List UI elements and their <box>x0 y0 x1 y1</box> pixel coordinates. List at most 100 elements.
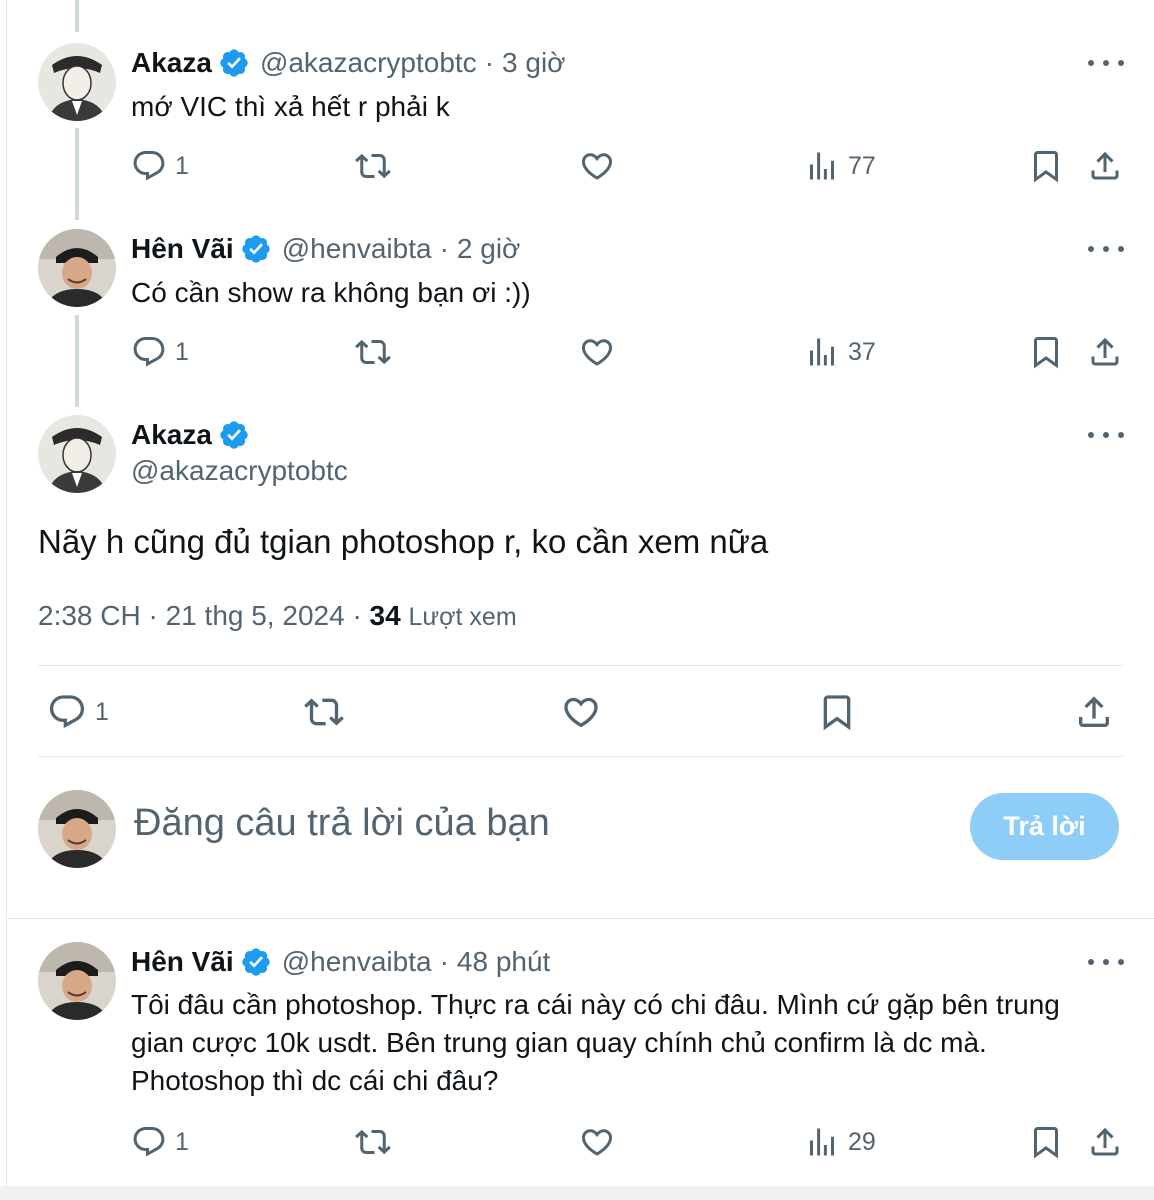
tweet-header: Hên Vãi @henvaibta · 2 giờ <box>131 232 520 266</box>
bookmark-icon <box>817 692 857 732</box>
heart-icon <box>561 692 601 732</box>
reply-button[interactable]: 1 <box>131 1124 189 1160</box>
bookmark-icon <box>1028 334 1064 370</box>
display-name[interactable]: Hên Vãi <box>131 232 234 266</box>
tweet-header: Hên Vãi @henvaibta · 48 phút <box>131 945 550 979</box>
more-options-icon[interactable] <box>1088 237 1124 261</box>
tweet-text-line: gian cược 10k usdt. Bên trung gian quay … <box>131 1027 987 1058</box>
bookmark-button[interactable] <box>817 692 857 732</box>
thread-line <box>75 315 79 407</box>
heart-icon <box>579 1124 615 1160</box>
share-icon <box>1087 334 1123 370</box>
repost-icon <box>355 1124 391 1160</box>
tweet-text: mớ VIC thì xả hết r phải k <box>131 91 450 122</box>
reply-count: 1 <box>95 697 109 726</box>
repost-button[interactable] <box>355 1124 391 1160</box>
views-button[interactable]: 77 <box>804 148 876 184</box>
repost-button[interactable] <box>304 692 344 732</box>
share-button[interactable] <box>1074 692 1114 732</box>
reply-icon <box>47 692 87 732</box>
separator: · <box>484 47 495 78</box>
repost-button[interactable] <box>355 148 391 184</box>
separator: · <box>352 600 362 631</box>
heart-icon <box>579 148 615 184</box>
tweet-text-line: Tôi đâu cần photoshop. Thực ra cái này c… <box>131 989 1060 1020</box>
post-meta: 2:38 CH · 21 thg 5, 2024 · 34 Lượt xem <box>38 598 517 635</box>
display-name[interactable]: Hên Vãi <box>131 945 234 979</box>
reply-count: 1 <box>175 151 189 180</box>
heart-icon <box>579 334 615 370</box>
handle[interactable]: @henvaibta <box>282 945 432 979</box>
column-border <box>6 0 7 1200</box>
thread-line <box>75 128 79 220</box>
main-post-text: Nãy h cũng đủ tgian photoshop r, ko cần … <box>38 523 769 560</box>
avatar-henvai[interactable] <box>38 229 116 307</box>
separator: · <box>148 600 158 631</box>
bookmark-icon <box>1028 148 1064 184</box>
share-button[interactable] <box>1087 1124 1123 1160</box>
divider <box>38 756 1123 757</box>
views-button[interactable]: 37 <box>804 334 876 370</box>
view-count: 37 <box>848 337 876 366</box>
avatar-akaza[interactable] <box>38 415 116 493</box>
separator: · <box>439 946 449 977</box>
reply-button[interactable]: 1 <box>131 148 189 184</box>
reply-count: 1 <box>175 1127 189 1156</box>
post-time[interactable]: 2:38 CH <box>38 600 141 631</box>
verified-badge-icon <box>218 419 250 451</box>
reply-icon <box>131 1124 167 1160</box>
repost-button[interactable] <box>355 334 391 370</box>
verified-badge-icon <box>240 233 272 265</box>
timestamp[interactable]: 2 giờ <box>457 232 521 266</box>
bookmark-button[interactable] <box>1028 1124 1064 1160</box>
share-icon <box>1087 1124 1123 1160</box>
view-count: 77 <box>848 151 876 180</box>
post-date[interactable]: 21 thg 5, 2024 <box>166 600 345 631</box>
display-name[interactable]: Akaza <box>131 46 212 80</box>
views-label: Lượt xem <box>408 603 517 631</box>
repost-icon <box>355 334 391 370</box>
timestamp[interactable]: 48 phút <box>457 945 550 979</box>
handle[interactable]: @akazacryptobtc <box>260 46 477 80</box>
reply-submit-button[interactable]: Trả lời <box>970 793 1119 860</box>
display-name[interactable]: Akaza <box>131 418 212 452</box>
avatar-current-user[interactable] <box>38 790 116 868</box>
bookmark-button[interactable] <box>1028 334 1064 370</box>
like-button[interactable] <box>579 334 615 370</box>
reply-count: 1 <box>175 337 189 366</box>
divider <box>38 665 1123 666</box>
more-options-icon[interactable] <box>1088 423 1124 447</box>
repost-icon <box>355 148 391 184</box>
tweet-text: Tôi đâu cần photoshop. Thực ra cái này c… <box>131 986 1121 1100</box>
share-button[interactable] <box>1087 148 1123 184</box>
main-post-header: Akaza <box>131 418 260 452</box>
bookmark-icon <box>1028 1124 1064 1160</box>
view-count: 29 <box>848 1127 876 1156</box>
like-button[interactable] <box>561 692 601 732</box>
share-button[interactable] <box>1087 334 1123 370</box>
reply-button[interactable]: 1 <box>131 334 189 370</box>
timestamp[interactable]: 3 giờ <box>502 46 566 80</box>
views-button[interactable]: 29 <box>804 1124 876 1160</box>
bookmark-button[interactable] <box>1028 148 1064 184</box>
more-options-icon[interactable] <box>1088 950 1124 974</box>
repost-icon <box>304 692 344 732</box>
avatar-akaza[interactable] <box>38 43 116 121</box>
like-button[interactable] <box>579 1124 615 1160</box>
reply-button[interactable]: 1 <box>47 692 109 732</box>
reply-input[interactable]: Đăng câu trả lời của bạn <box>134 802 550 845</box>
like-button[interactable] <box>579 148 615 184</box>
share-icon <box>1087 148 1123 184</box>
more-options-icon[interactable] <box>1088 51 1124 75</box>
separator: · <box>439 233 449 264</box>
thread-line <box>75 0 79 32</box>
tweet-text: Có cần show ra không bạn ơi :)) <box>131 277 531 308</box>
bar-chart-icon <box>804 334 840 370</box>
bar-chart-icon <box>804 1124 840 1160</box>
handle[interactable]: @akazacryptobtc <box>131 455 348 487</box>
reply-icon <box>131 148 167 184</box>
verified-badge-icon <box>240 946 272 978</box>
avatar-henvai[interactable] <box>38 942 116 1020</box>
handle[interactable]: @henvaibta <box>282 232 432 266</box>
tweet-header: Akaza @akazacryptobtc · 3 giờ <box>131 46 566 80</box>
